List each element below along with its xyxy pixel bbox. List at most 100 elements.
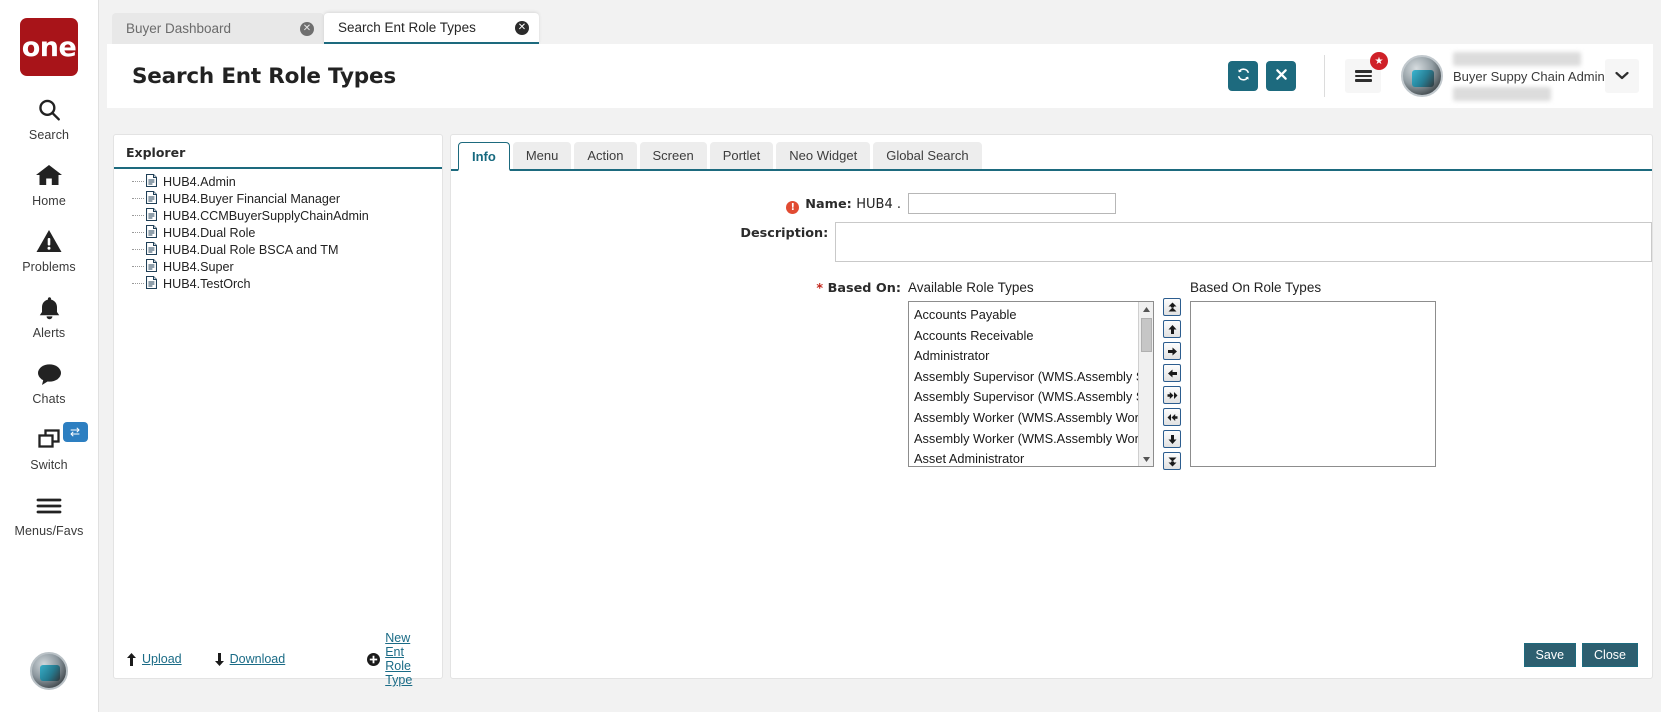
available-list-item[interactable]: Assembly Worker (WMS.Assembly Worker) (909, 429, 1153, 450)
name-input[interactable] (908, 193, 1116, 214)
download-button[interactable]: Download (214, 652, 286, 666)
explorer-tree-node[interactable]: HUB4.Dual Role (114, 224, 442, 241)
document-icon (146, 191, 163, 207)
header-menu-button[interactable]: ★ (1345, 59, 1381, 93)
available-list-item[interactable]: Accounts Payable (909, 305, 1153, 326)
page-header: Search Ent Role Types (107, 44, 1653, 108)
double-arrow-left-icon (1167, 412, 1178, 423)
rail-item-problems[interactable]: Problems (0, 226, 99, 274)
new-ent-role-type-button[interactable]: New Ent Role Type (367, 631, 412, 687)
explorer-tree-node[interactable]: HUB4.Buyer Financial Manager (114, 190, 442, 207)
add-button[interactable] (1163, 342, 1181, 360)
explorer-tree-node[interactable]: HUB4.TestOrch (114, 275, 442, 292)
based-on-row: * Based On: Available Role Types Account… (451, 280, 1652, 474)
browser-tab-buyer-dashboard[interactable]: Buyer Dashboard ✕ (112, 13, 324, 44)
content-tabs: InfoMenuActionScreenPortletNeo WidgetGlo… (451, 140, 1652, 171)
available-list-label: Available Role Types (908, 280, 1154, 298)
available-list-item[interactable]: Assembly Supervisor (WMS.Assembly Supe (909, 367, 1153, 388)
close-page-button[interactable] (1266, 61, 1296, 91)
tab-action[interactable]: Action (574, 142, 636, 169)
scrollbar-thumb[interactable] (1141, 318, 1152, 352)
move-all-up-button[interactable] (1163, 298, 1181, 316)
app-logo[interactable]: one (20, 18, 78, 76)
form-action-bar: Save Close (1518, 643, 1638, 667)
description-textarea[interactable] (835, 222, 1652, 262)
move-up-button[interactable] (1163, 320, 1181, 338)
rail-item-switch[interactable]: ⇄ Switch (0, 424, 99, 472)
close-circle-icon[interactable]: ✕ (515, 21, 529, 35)
available-list-item[interactable]: Administrator (909, 346, 1153, 367)
home-icon (35, 160, 63, 191)
document-icon (146, 259, 163, 275)
available-list-item[interactable]: Assembly Supervisor (WMS.Assembly Supe (909, 387, 1153, 408)
name-prefix: HUB4 . (856, 197, 901, 212)
move-all-down-button[interactable] (1163, 452, 1181, 470)
tab-portlet[interactable]: Portlet (710, 142, 774, 169)
warning-triangle-icon (36, 226, 62, 257)
upload-button[interactable]: Upload (126, 652, 182, 666)
transfer-button-stack (1163, 298, 1181, 474)
user-menu-button[interactable] (1605, 59, 1639, 93)
arrow-down-icon (214, 653, 225, 666)
explorer-tree-node[interactable]: HUB4.CCMBuyerSupplyChainAdmin (114, 207, 442, 224)
scroll-down-icon[interactable] (1139, 452, 1154, 466)
explorer-node-label: HUB4.CCMBuyerSupplyChainAdmin (163, 209, 369, 223)
refresh-button[interactable] (1228, 61, 1258, 91)
save-button[interactable]: Save (1524, 643, 1577, 667)
available-list-item[interactable]: Accounts Receivable (909, 326, 1153, 347)
close-button[interactable]: Close (1582, 643, 1638, 667)
rail-item-home[interactable]: Home (0, 160, 99, 208)
arrow-left-icon (1167, 368, 1178, 379)
tab-screen[interactable]: Screen (640, 142, 707, 169)
scroll-up-icon[interactable] (1139, 302, 1154, 316)
arrow-down-icon (1167, 434, 1178, 445)
explorer-node-label: HUB4.Buyer Financial Manager (163, 192, 340, 206)
avatar[interactable] (1401, 55, 1443, 97)
explorer-tree-node[interactable]: HUB4.Dual Role BSCA and TM (114, 241, 442, 258)
move-down-button[interactable] (1163, 430, 1181, 448)
name-label: Name: (805, 197, 851, 212)
swap-arrows-icon[interactable]: ⇄ (63, 422, 88, 442)
tab-neo-widget[interactable]: Neo Widget (776, 142, 870, 169)
download-label: Download (230, 652, 286, 666)
available-role-types-listbox[interactable]: Accounts PayableAccounts ReceivableAdmin… (908, 301, 1154, 467)
rail-item-menus-favs[interactable]: Menus/Favs (0, 490, 99, 538)
tab-global-search[interactable]: Global Search (873, 142, 981, 169)
browser-tab-search-ent-role-types[interactable]: Search Ent Role Types ✕ (324, 13, 539, 44)
star-badge-icon: ★ (1370, 52, 1388, 70)
browser-tab-label: Buyer Dashboard (126, 21, 231, 36)
tree-connector (132, 181, 144, 182)
explorer-tree-node[interactable]: HUB4.Super (114, 258, 442, 275)
remove-all-button[interactable] (1163, 408, 1181, 426)
available-list-item[interactable]: Asset Administrator (909, 449, 1153, 467)
required-asterisk: * (816, 281, 823, 296)
selected-list-items (1191, 302, 1435, 305)
windows-stack-icon (35, 424, 64, 455)
upload-label: Upload (142, 652, 182, 666)
info-form: !Name: HUB4 . Description: * Based On: A… (451, 171, 1652, 474)
tree-connector (132, 283, 144, 284)
chevron-down-icon (1615, 69, 1629, 83)
close-circle-icon[interactable]: ✕ (300, 22, 314, 36)
rail-item-search[interactable]: Search (0, 94, 99, 142)
rail-label-home: Home (32, 194, 66, 208)
add-all-button[interactable] (1163, 386, 1181, 404)
based-on-role-types-listbox[interactable] (1190, 301, 1436, 467)
document-icon (146, 208, 163, 224)
available-list-item[interactable]: Assembly Worker (WMS.Assembly Worker) (909, 408, 1153, 429)
name-field-row: !Name: HUB4 . (451, 193, 1652, 214)
rail-item-chats[interactable]: Chats (0, 358, 99, 406)
tab-menu[interactable]: Menu (513, 142, 572, 169)
rail-item-alerts[interactable]: Alerts (0, 292, 99, 340)
search-icon (36, 94, 62, 125)
explorer-tree-node[interactable]: HUB4.Admin (114, 173, 442, 190)
selected-list-label: Based On Role Types (1190, 280, 1436, 298)
available-list-scrollbar[interactable] (1138, 302, 1153, 466)
tab-info[interactable]: Info (458, 142, 510, 171)
tree-connector (132, 232, 144, 233)
browser-tab-label: Search Ent Role Types (338, 20, 476, 35)
remove-button[interactable] (1163, 364, 1181, 382)
content-panel: InfoMenuActionScreenPortletNeo WidgetGlo… (450, 134, 1653, 679)
rail-user-avatar[interactable] (30, 652, 68, 690)
tree-connector (132, 215, 144, 216)
